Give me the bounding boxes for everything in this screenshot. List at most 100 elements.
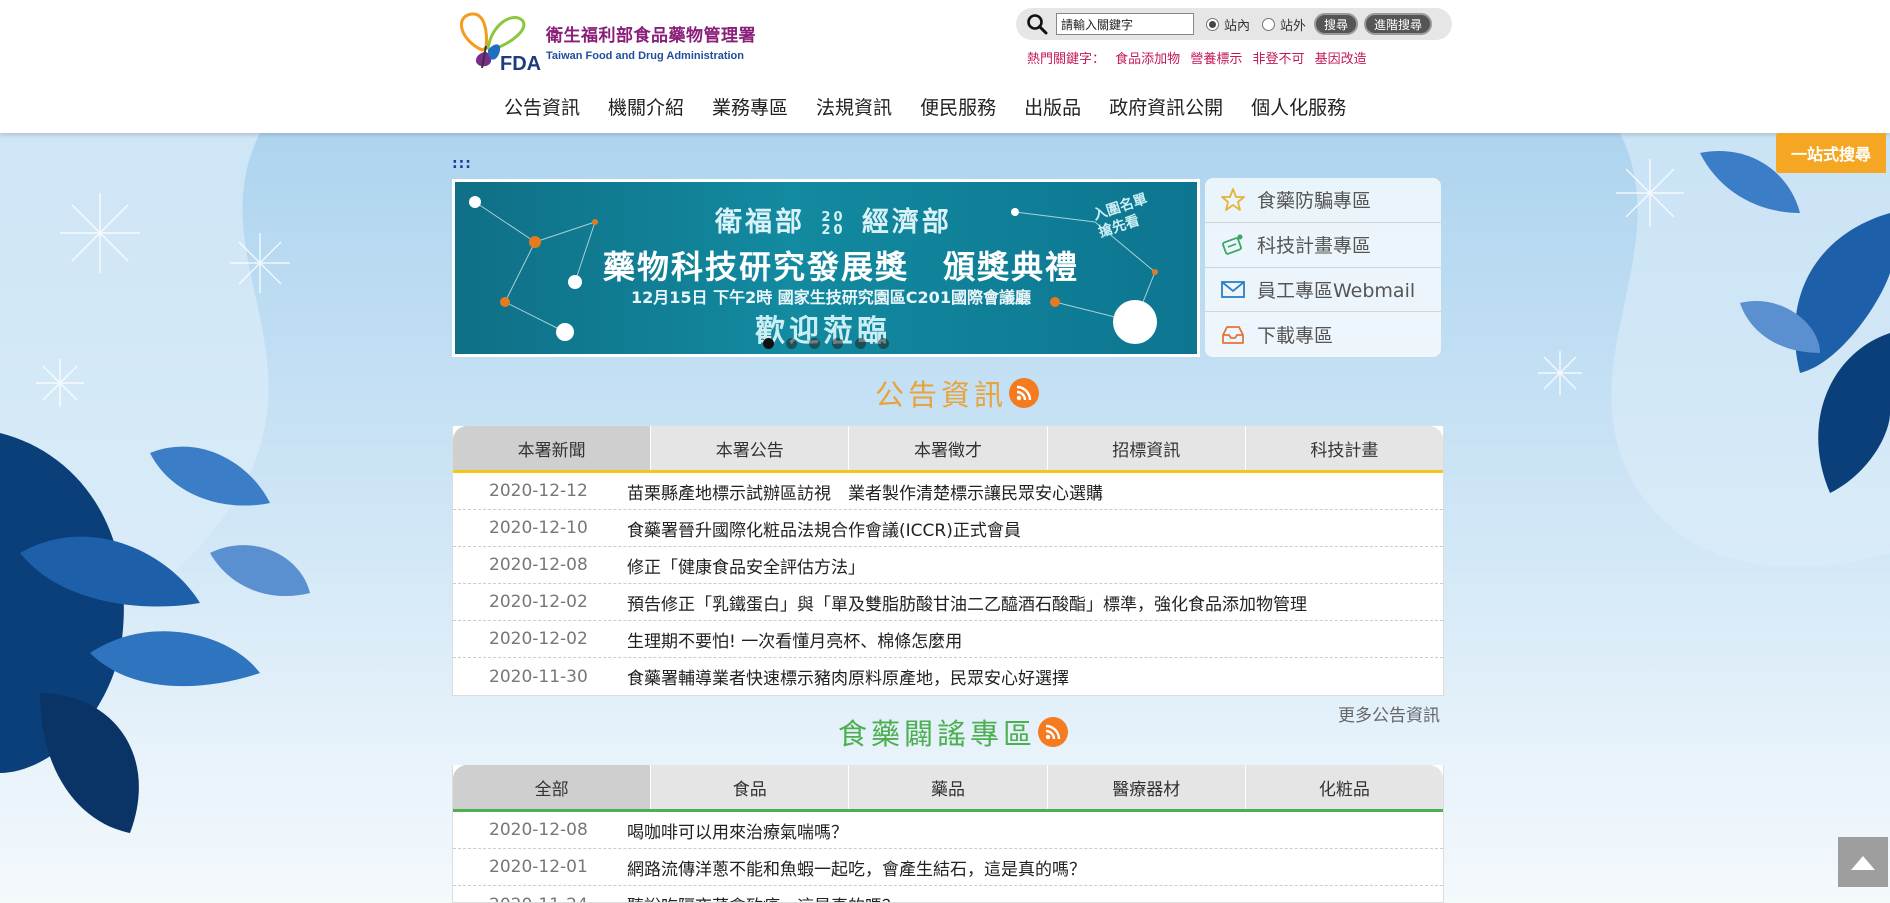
logo-title-en: Taiwan Food and Drug Administration xyxy=(546,49,744,62)
nav-item-business[interactable]: 業務專區 xyxy=(712,93,788,120)
more-announcements-link[interactable]: 更多公告資訊 xyxy=(1338,701,1440,726)
nav-item-announcements[interactable]: 公告資訊 xyxy=(504,93,580,120)
nav-item-publications[interactable]: 出版品 xyxy=(1024,93,1081,120)
rss-icon[interactable] xyxy=(1038,717,1069,747)
banner-dot[interactable] xyxy=(763,338,774,349)
banner-line-2: 藥物科技研究發展獎 頒獎典禮 xyxy=(603,248,1080,286)
arrow-up-icon xyxy=(1851,856,1875,870)
hot-keywords: 熱門關鍵字： 食品添加物 營養標示 非登不可 基因改造 xyxy=(1027,48,1373,67)
butterfly-logo-icon: FDA xyxy=(452,10,542,75)
item-date: 2020-12-08 xyxy=(489,555,588,575)
banner-dot[interactable] xyxy=(878,338,889,349)
list-item[interactable]: 2020-12-08 喝咖啡可以用來治療氣喘嗎？ xyxy=(453,812,1443,849)
item-title[interactable]: 聽說吃隔夜菜會致癌，這是真的嗎？ xyxy=(627,892,899,902)
back-to-top-button[interactable] xyxy=(1838,837,1888,887)
radio-inside-dot[interactable] xyxy=(1206,17,1219,31)
item-date: 2020-12-08 xyxy=(489,820,588,840)
item-date: 2020-12-01 xyxy=(489,857,588,877)
tab-recruitment[interactable]: 本署徵才 xyxy=(849,426,1048,470)
banner-line-3: 12月15日 下午2時 國家生技研究園區C201國際會議廳 xyxy=(631,288,1031,307)
banner-line-1: 衛福部 20 20 經濟部 xyxy=(715,207,952,238)
svg-text:FDA: FDA xyxy=(500,53,541,72)
announce-panel: 本署新聞 本署公告 本署徵才 招標資訊 科技計畫 2020-12-12 苗栗縣產地… xyxy=(452,426,1444,696)
list-item[interactable]: 2020-12-10 食藥署晉升國際化粧品法規合作會議(ICCR)正式會員 xyxy=(453,510,1443,547)
item-date: 2020-11-24 xyxy=(453,895,627,903)
quick-link-download[interactable]: 下載專區 xyxy=(1205,312,1441,357)
list-item[interactable]: 2020-12-02 生理期不要怕! 一次看懂月亮杯、棉條怎麼用 xyxy=(453,621,1443,658)
list-item[interactable]: 2020-11-24聽說吃隔夜菜會致癌，這是真的嗎？ xyxy=(453,886,1443,903)
banner-dot[interactable] xyxy=(855,338,866,349)
star-icon xyxy=(1221,187,1245,211)
item-title[interactable]: 苗栗縣產地標示試辦區訪視 業者製作清楚標示讓民眾安心選購 xyxy=(627,479,1103,504)
tab-drugs[interactable]: 藥品 xyxy=(849,765,1048,809)
rumor-tabs: 全部 食品 藥品 醫療器材 化粧品 xyxy=(453,765,1443,812)
tech-plan-icon xyxy=(1222,234,1243,255)
search-icon[interactable] xyxy=(1026,13,1048,35)
radio-outside-site[interactable]: 站外 xyxy=(1262,15,1306,34)
item-date: 2020-12-02 xyxy=(489,629,588,649)
item-title[interactable]: 食藥署晉升國際化粧品法規合作會議(ICCR)正式會員 xyxy=(627,516,1021,541)
item-title[interactable]: 食藥署輔導業者快速標示豬肉原料原產地，民眾安心好選擇 xyxy=(627,664,1069,689)
accesskey-marker[interactable]: ::: xyxy=(452,156,472,172)
list-item[interactable]: 2020-12-01 網路流傳洋蔥不能和魚蝦一起吃，會產生結石，這是真的嗎？ xyxy=(453,849,1443,886)
search-button[interactable]: 搜尋 xyxy=(1314,13,1359,35)
one-stop-search-button[interactable]: 一站式搜尋 xyxy=(1776,133,1886,173)
hot-keyword-link[interactable]: 非登不可 xyxy=(1252,52,1304,67)
radio-outside-dot[interactable] xyxy=(1262,17,1276,31)
banner-dot[interactable] xyxy=(809,338,820,349)
item-title[interactable]: 修正「健康食品安全評估方法」 xyxy=(627,553,865,578)
list-item[interactable]: 2020-11-30 食藥署輔導業者快速標示豬肉原料原產地，民眾安心好選擇 xyxy=(453,658,1443,695)
download-tray-icon xyxy=(1222,325,1244,344)
hot-keywords-label: 熱門關鍵字： xyxy=(1027,52,1106,67)
nav-item-personalized[interactable]: 個人化服務 xyxy=(1251,93,1346,120)
list-item[interactable]: 2020-12-02 預告修正「乳鐵蛋白」與「單及雙脂肪酸甘油二乙醯酒石酸酯」標準… xyxy=(453,584,1443,621)
hot-keyword-link[interactable]: 基因改造 xyxy=(1315,52,1367,67)
search-bar: 站內 站外 搜尋 進階搜尋 xyxy=(1016,8,1452,40)
hero-banner[interactable]: 衛福部 20 20 經濟部 藥物科技研究發展獎 頒獎典禮 12月15日 下午2時 … xyxy=(452,179,1200,357)
rumor-section-title: 食藥闢謠專區 xyxy=(838,711,1069,753)
item-date: 2020-12-10 xyxy=(489,518,588,538)
tab-tech-plans[interactable]: 科技計畫 xyxy=(1245,426,1443,470)
quick-link-anti-fraud[interactable]: 食藥防騙專區 xyxy=(1205,178,1441,223)
item-title[interactable]: 生理期不要怕! 一次看懂月亮杯、棉條怎麼用 xyxy=(627,627,962,652)
mail-icon xyxy=(1221,281,1245,299)
nav-item-regulations[interactable]: 法規資訊 xyxy=(816,93,892,120)
quick-link-webmail[interactable]: 員工專區Webmail xyxy=(1205,268,1441,313)
tab-all[interactable]: 全部 xyxy=(453,765,652,809)
banner-pagination xyxy=(763,338,901,349)
nav-item-gov-info[interactable]: 政府資訊公開 xyxy=(1109,93,1223,120)
tab-notices[interactable]: 本署公告 xyxy=(651,426,850,470)
announce-section-title: 公告資訊 xyxy=(875,372,1040,414)
announce-tabs: 本署新聞 本署公告 本署徵才 招標資訊 科技計畫 xyxy=(453,426,1443,473)
tab-food[interactable]: 食品 xyxy=(651,765,850,809)
site-header: FDA 衛生福利部食品藥物管理署 Taiwan Food and Drug Ad… xyxy=(0,0,1890,133)
item-date: 2020-12-12 xyxy=(489,481,588,501)
search-input[interactable] xyxy=(1056,13,1194,35)
item-title[interactable]: 喝咖啡可以用來治療氣喘嗎？ xyxy=(627,818,848,843)
fda-logo[interactable]: FDA 衛生福利部食品藥物管理署 Taiwan Food and Drug Ad… xyxy=(452,10,772,75)
advanced-search-button[interactable]: 進階搜尋 xyxy=(1364,13,1433,35)
item-title[interactable]: 預告修正「乳鐵蛋白」與「單及雙脂肪酸甘油二乙醯酒石酸酯」標準，強化食品添加物管理 xyxy=(627,590,1307,615)
item-date: 2020-12-02 xyxy=(489,592,588,612)
banner-dot[interactable] xyxy=(786,338,797,349)
hot-keyword-link[interactable]: 營養標示 xyxy=(1190,52,1242,67)
quick-link-tech-plan[interactable]: 科技計畫專區 xyxy=(1205,223,1441,268)
logo-title-zh: 衛生福利部食品藥物管理署 xyxy=(546,25,756,46)
item-date: 2020-11-30 xyxy=(489,666,588,687)
tab-cosmetics[interactable]: 化粧品 xyxy=(1245,765,1443,809)
main-nav: 公告資訊 機關介紹 業務專區 法規資訊 便民服務 出版品 政府資訊公開 個人化服… xyxy=(504,93,1374,120)
nav-item-services[interactable]: 便民服務 xyxy=(920,93,996,120)
list-item[interactable]: 2020-12-12 苗栗縣產地標示試辦區訪視 業者製作清楚標示讓民眾安心選購 xyxy=(453,473,1443,510)
list-item[interactable]: 2020-12-08 修正「健康食品安全評估方法」 xyxy=(453,547,1443,584)
quick-links: 食藥防騙專區 科技計畫專區 員工專區Webmail 下載專區 xyxy=(1205,178,1441,357)
hot-keyword-link[interactable]: 食品添加物 xyxy=(1115,52,1180,67)
tab-medical-devices[interactable]: 醫療器材 xyxy=(1047,765,1246,809)
tab-news[interactable]: 本署新聞 xyxy=(453,426,652,470)
banner-dot[interactable] xyxy=(832,338,843,349)
rumor-panel: 全部 食品 藥品 醫療器材 化粧品 2020-12-08 喝咖啡可以用來治療氣喘嗎… xyxy=(452,765,1444,903)
item-title[interactable]: 網路流傳洋蔥不能和魚蝦一起吃，會產生結石，這是真的嗎？ xyxy=(627,855,1086,880)
radio-inside-site[interactable]: 站內 xyxy=(1206,15,1250,34)
rss-icon[interactable] xyxy=(1009,378,1040,408)
nav-item-about[interactable]: 機關介紹 xyxy=(608,93,684,120)
tab-tenders[interactable]: 招標資訊 xyxy=(1047,426,1246,470)
